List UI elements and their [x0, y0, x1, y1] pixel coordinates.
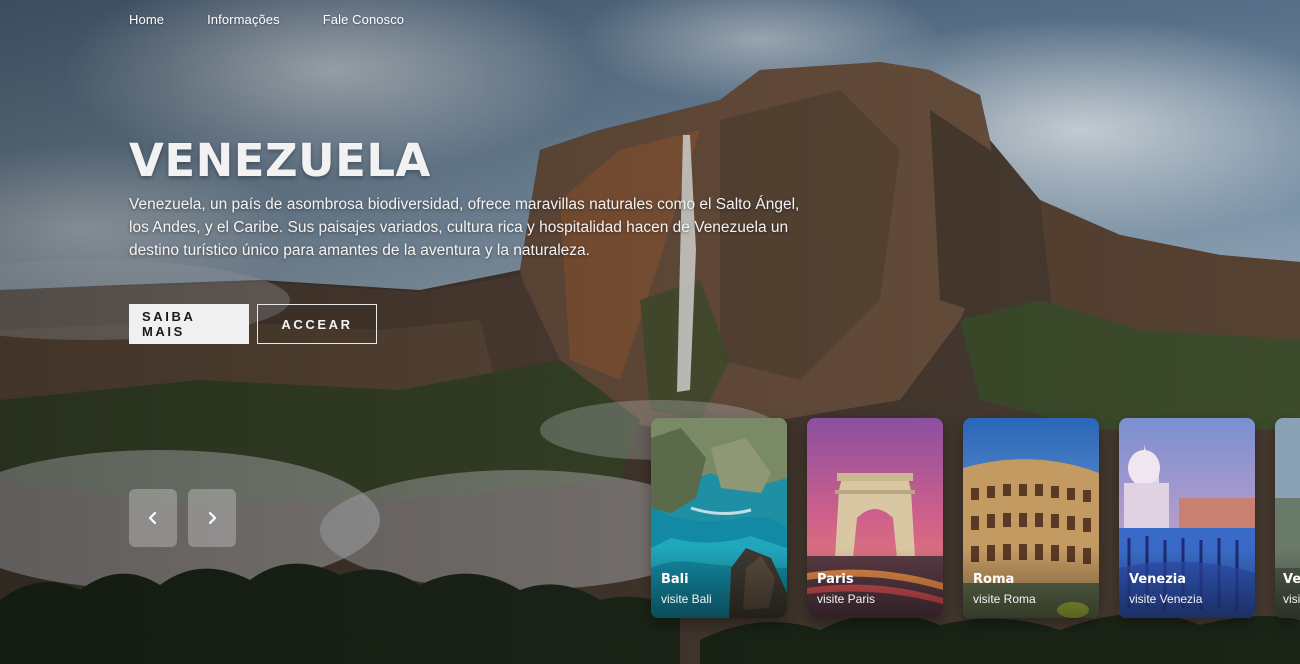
card-title: Roma — [973, 572, 1015, 587]
card-title: Bali — [661, 572, 689, 587]
nav-item-home[interactable]: Home — [129, 12, 164, 27]
card-title: Paris — [817, 572, 854, 587]
saiba-mais-button[interactable]: SAIBA MAIS — [129, 304, 249, 344]
card-subtitle: visi — [1283, 592, 1300, 606]
hero-description: Venezuela, un país de asombrosa biodiver… — [129, 196, 800, 259]
hero-content: VENEZUELA Venezuela, un país de asombros… — [129, 136, 809, 262]
card-title: Ve — [1283, 572, 1300, 587]
nav-item-informacoes[interactable]: Informações — [207, 12, 280, 27]
slider-controls — [129, 489, 236, 547]
card-roma[interactable]: Roma visite Roma — [963, 418, 1099, 618]
card-paris[interactable]: Paris visite Paris — [807, 418, 943, 618]
hero-buttons: SAIBA MAIS ACCEAR — [129, 304, 377, 344]
card-subtitle: visite Venezia — [1129, 592, 1203, 606]
card-subtitle: visite Bali — [661, 592, 712, 606]
card-subtitle: visite Paris — [817, 592, 876, 606]
chevron-right-icon — [208, 511, 217, 525]
card-title: Venezia — [1129, 572, 1187, 587]
nav-item-fale-conosco[interactable]: Fale Conosco — [323, 12, 404, 27]
top-nav: Home Informações Fale Conosco — [129, 12, 404, 27]
next-button[interactable] — [188, 489, 236, 547]
chevron-left-icon — [148, 511, 157, 525]
card-venezia[interactable]: Venezia visite Venezia — [1119, 418, 1255, 618]
hero-title: VENEZUELA — [129, 134, 431, 187]
card-partial[interactable]: Ve visi — [1275, 418, 1300, 618]
destination-cards: Bali visite Bali Paris visite Paris Roma… — [651, 418, 1300, 618]
card-subtitle: visite Roma — [973, 592, 1036, 606]
prev-button[interactable] — [129, 489, 177, 547]
accear-button[interactable]: ACCEAR — [257, 304, 377, 344]
card-bali[interactable]: Bali visite Bali — [651, 418, 787, 618]
